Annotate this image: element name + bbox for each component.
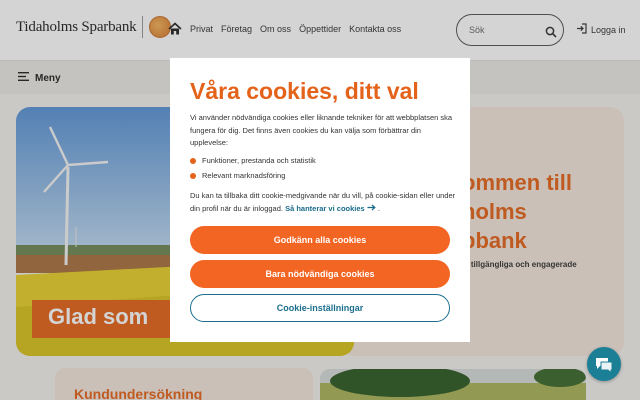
chat-icon: [587, 358, 621, 385]
cookie-dialog: Våra cookies, ditt val Vi använder nödvä…: [170, 58, 470, 342]
cookie-policy-link[interactable]: Så hanterar vi cookies: [285, 204, 378, 213]
cookie-policy-link-label: Så hanterar vi cookies: [285, 203, 365, 213]
necessary-cookies-button[interactable]: Bara nödvändiga cookies: [190, 260, 450, 288]
cookie-bullet: Relevant marknadsföring: [190, 171, 285, 180]
cookie-settings-button[interactable]: Cookie-inställningar: [190, 294, 450, 322]
cookie-dialog-title: Våra cookies, ditt val: [190, 78, 419, 104]
accept-all-cookies-button[interactable]: Godkänn alla cookies: [190, 226, 450, 254]
chat-button[interactable]: [587, 347, 621, 381]
cookie-note-text: Du kan ta tillbaka ditt cookie-medgivand…: [190, 190, 460, 215]
cookie-bullet: Funktioner, prestanda och statistik: [190, 156, 316, 165]
bullet-dot-icon: [190, 157, 196, 164]
cookie-intro-text: Vi använder nödvändiga cookies eller lik…: [190, 113, 453, 147]
period: .: [377, 203, 380, 213]
cookie-bullet-text: Funktioner, prestanda och statistik: [202, 156, 316, 165]
cookie-bullet-text: Relevant marknadsföring: [202, 171, 286, 180]
arrow-right-icon: [367, 204, 378, 213]
bullet-dot-icon: [190, 172, 196, 179]
